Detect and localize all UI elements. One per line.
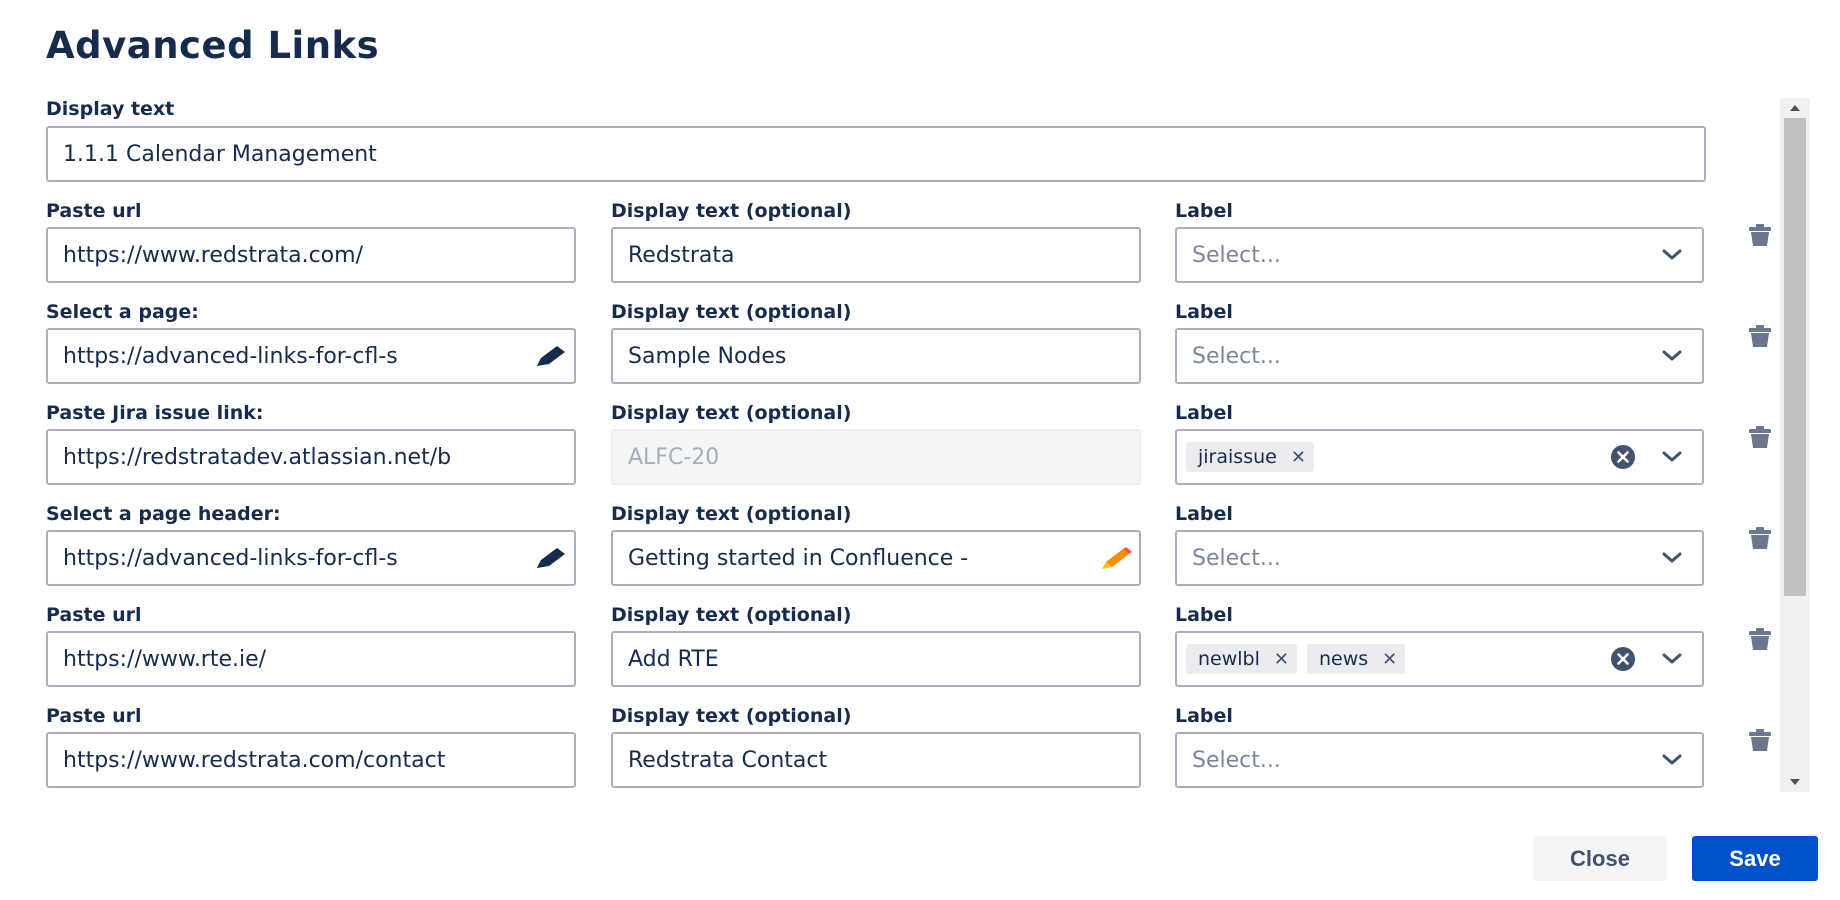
label-field-label: Label — [1175, 503, 1233, 525]
display-text-value: 1.1.1 Calendar Management — [63, 141, 377, 167]
label-select-3[interactable]: jiraissue ✕ — [1175, 429, 1704, 485]
url-value: https://redstratadev.atlassian.net/b — [63, 444, 452, 470]
display-text-input[interactable]: 1.1.1 Calendar Management — [46, 126, 1706, 182]
url-field-label: Paste url — [46, 604, 142, 626]
remove-tag-icon[interactable]: ✕ — [1382, 649, 1397, 670]
scrollbar-thumb[interactable] — [1784, 118, 1806, 596]
url-field-label: Paste url — [46, 200, 142, 222]
close-button[interactable]: Close — [1533, 836, 1667, 881]
selected-tags: newlbl ✕ news ✕ — [1186, 644, 1606, 674]
url-field-label: Paste Jira issue link: — [46, 402, 264, 424]
dialog-title: Advanced Links — [46, 24, 380, 67]
save-button[interactable]: Save — [1692, 836, 1818, 881]
label-field-label: Label — [1175, 705, 1233, 727]
chevron-down-icon[interactable] — [1652, 437, 1692, 477]
display-text-optional-input-2[interactable]: Sample Nodes — [611, 328, 1141, 384]
display-text-optional-input-4[interactable]: Getting started in Confluence - — [611, 530, 1141, 586]
select-placeholder: Select... — [1192, 747, 1281, 773]
label-field-label: Label — [1175, 402, 1233, 424]
tag-chip: jiraissue ✕ — [1186, 442, 1314, 472]
tag-label: newlbl — [1198, 648, 1260, 670]
delete-row-icon[interactable] — [1745, 624, 1775, 654]
pencil-icon[interactable] — [532, 543, 570, 573]
url-input-2[interactable]: https://advanced-links-for-cfl-s — [46, 328, 576, 384]
label-field-label: Label — [1175, 301, 1233, 323]
chevron-down-icon[interactable] — [1652, 538, 1692, 578]
label-select-6[interactable]: Select... — [1175, 732, 1704, 788]
url-field-label: Paste url — [46, 705, 142, 727]
label-field-label: Label — [1175, 200, 1233, 222]
remove-tag-icon[interactable]: ✕ — [1274, 649, 1289, 670]
scroll-up-arrow-icon[interactable] — [1784, 100, 1806, 116]
url-input-4[interactable]: https://advanced-links-for-cfl-s — [46, 530, 576, 586]
url-input-6[interactable]: https://www.redstrata.com/contact — [46, 732, 576, 788]
delete-row-icon[interactable] — [1745, 422, 1775, 452]
delete-row-icon[interactable] — [1745, 220, 1775, 250]
chevron-down-icon[interactable] — [1652, 740, 1692, 780]
clear-selection-icon[interactable] — [1606, 440, 1640, 474]
select-placeholder: Select... — [1192, 242, 1281, 268]
tag-chip: newlbl ✕ — [1186, 644, 1297, 674]
display-text-optional-value: Add RTE — [628, 646, 719, 672]
chevron-down-icon[interactable] — [1652, 235, 1692, 275]
chevron-down-icon[interactable] — [1652, 639, 1692, 679]
delete-row-icon[interactable] — [1745, 523, 1775, 553]
display-text-optional-value: Sample Nodes — [628, 343, 787, 369]
selected-tags: jiraissue ✕ — [1186, 442, 1606, 472]
display-text-label: Display text — [46, 98, 175, 120]
label-select-4[interactable]: Select... — [1175, 530, 1704, 586]
select-placeholder: Select... — [1192, 545, 1281, 571]
delete-row-icon[interactable] — [1745, 725, 1775, 755]
display-text-optional-label: Display text (optional) — [611, 301, 852, 323]
select-placeholder: Select... — [1192, 343, 1281, 369]
display-text-optional-value: Redstrata Contact — [628, 747, 828, 773]
url-value: https://www.rte.ie/ — [63, 646, 267, 672]
display-text-optional-label: Display text (optional) — [611, 402, 852, 424]
display-text-optional-label: Display text (optional) — [611, 503, 852, 525]
tag-label: jiraissue — [1198, 446, 1277, 468]
label-select-1[interactable]: Select... — [1175, 227, 1704, 283]
tag-label: news — [1318, 648, 1369, 670]
display-text-optional-input-5[interactable]: Add RTE — [611, 631, 1141, 687]
clear-selection-icon[interactable] — [1606, 642, 1640, 676]
display-text-optional-input-1[interactable]: Redstrata — [611, 227, 1141, 283]
pencil-orange-icon[interactable] — [1097, 543, 1135, 573]
display-text-optional-input-3: ALFC-20 — [611, 429, 1141, 485]
url-input-3[interactable]: https://redstratadev.atlassian.net/b — [46, 429, 576, 485]
scroll-down-arrow-icon[interactable] — [1784, 774, 1806, 790]
url-input-5[interactable]: https://www.rte.ie/ — [46, 631, 576, 687]
label-select-2[interactable]: Select... — [1175, 328, 1704, 384]
remove-tag-icon[interactable]: ✕ — [1291, 447, 1306, 468]
pencil-icon[interactable] — [532, 341, 570, 371]
url-value: https://www.redstrata.com/ — [63, 242, 363, 268]
display-text-optional-value: Getting started in Confluence - — [628, 545, 969, 571]
display-text-optional-label: Display text (optional) — [611, 705, 852, 727]
url-field-label: Select a page header: — [46, 503, 281, 525]
url-value: https://www.redstrata.com/contact — [63, 747, 446, 773]
url-field-label: Select a page: — [46, 301, 199, 323]
display-text-optional-value: Redstrata — [628, 242, 735, 268]
display-text-optional-label: Display text (optional) — [611, 604, 852, 626]
display-text-optional-label: Display text (optional) — [611, 200, 852, 222]
url-value: https://advanced-links-for-cfl-s — [63, 343, 398, 369]
url-value: https://advanced-links-for-cfl-s — [63, 545, 398, 571]
display-text-optional-value: ALFC-20 — [628, 444, 720, 470]
url-input-1[interactable]: https://www.redstrata.com/ — [46, 227, 576, 283]
chevron-down-icon[interactable] — [1652, 336, 1692, 376]
tag-chip: news ✕ — [1306, 644, 1406, 674]
label-select-5[interactable]: newlbl ✕ news ✕ — [1175, 631, 1704, 687]
delete-row-icon[interactable] — [1745, 321, 1775, 351]
label-field-label: Label — [1175, 604, 1233, 626]
display-text-optional-input-6[interactable]: Redstrata Contact — [611, 732, 1141, 788]
